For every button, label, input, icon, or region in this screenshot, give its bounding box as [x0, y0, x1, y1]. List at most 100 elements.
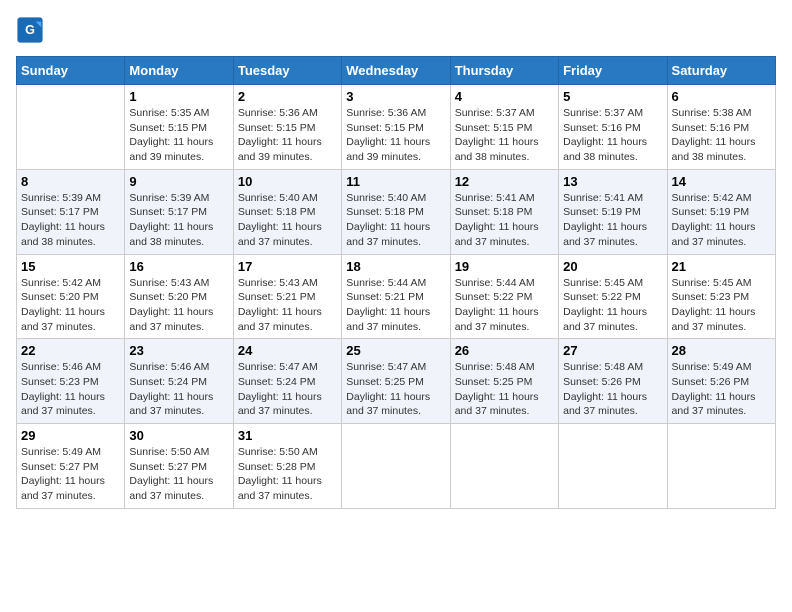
- calendar-cell: 13 Sunrise: 5:41 AMSunset: 5:19 PMDaylig…: [559, 169, 667, 254]
- day-number: 9: [129, 174, 228, 189]
- day-number: 13: [563, 174, 662, 189]
- day-info: Sunrise: 5:42 AMSunset: 5:20 PMDaylight:…: [21, 277, 105, 333]
- day-info: Sunrise: 5:39 AMSunset: 5:17 PMDaylight:…: [129, 192, 213, 248]
- day-info: Sunrise: 5:43 AMSunset: 5:21 PMDaylight:…: [238, 277, 322, 333]
- calendar-cell: 22 Sunrise: 5:46 AMSunset: 5:23 PMDaylig…: [17, 339, 125, 424]
- day-info: Sunrise: 5:45 AMSunset: 5:23 PMDaylight:…: [672, 277, 756, 333]
- calendar-cell: 12 Sunrise: 5:41 AMSunset: 5:18 PMDaylig…: [450, 169, 558, 254]
- calendar-week-2: 8 Sunrise: 5:39 AMSunset: 5:17 PMDayligh…: [17, 169, 776, 254]
- day-number: 17: [238, 259, 337, 274]
- calendar-cell: [17, 85, 125, 170]
- day-info: Sunrise: 5:41 AMSunset: 5:19 PMDaylight:…: [563, 192, 647, 248]
- day-info: Sunrise: 5:40 AMSunset: 5:18 PMDaylight:…: [238, 192, 322, 248]
- calendar-cell: [667, 424, 775, 509]
- day-info: Sunrise: 5:44 AMSunset: 5:21 PMDaylight:…: [346, 277, 430, 333]
- day-number: 31: [238, 428, 337, 443]
- day-info: Sunrise: 5:49 AMSunset: 5:26 PMDaylight:…: [672, 361, 756, 417]
- day-info: Sunrise: 5:36 AMSunset: 5:15 PMDaylight:…: [346, 107, 430, 163]
- svg-text:G: G: [25, 23, 35, 37]
- calendar-cell: 16 Sunrise: 5:43 AMSunset: 5:20 PMDaylig…: [125, 254, 233, 339]
- weekday-header-sunday: Sunday: [17, 57, 125, 85]
- day-number: 22: [21, 343, 120, 358]
- day-info: Sunrise: 5:39 AMSunset: 5:17 PMDaylight:…: [21, 192, 105, 248]
- calendar-cell: 17 Sunrise: 5:43 AMSunset: 5:21 PMDaylig…: [233, 254, 341, 339]
- day-number: 30: [129, 428, 228, 443]
- day-number: 14: [672, 174, 771, 189]
- day-number: 15: [21, 259, 120, 274]
- day-number: 11: [346, 174, 445, 189]
- calendar-cell: 15 Sunrise: 5:42 AMSunset: 5:20 PMDaylig…: [17, 254, 125, 339]
- calendar-cell: 23 Sunrise: 5:46 AMSunset: 5:24 PMDaylig…: [125, 339, 233, 424]
- calendar-week-5: 29 Sunrise: 5:49 AMSunset: 5:27 PMDaylig…: [17, 424, 776, 509]
- calendar-cell: 31 Sunrise: 5:50 AMSunset: 5:28 PMDaylig…: [233, 424, 341, 509]
- day-number: 28: [672, 343, 771, 358]
- weekday-header-wednesday: Wednesday: [342, 57, 450, 85]
- day-number: 20: [563, 259, 662, 274]
- day-info: Sunrise: 5:48 AMSunset: 5:26 PMDaylight:…: [563, 361, 647, 417]
- day-info: Sunrise: 5:50 AMSunset: 5:28 PMDaylight:…: [238, 446, 322, 502]
- day-info: Sunrise: 5:47 AMSunset: 5:24 PMDaylight:…: [238, 361, 322, 417]
- logo-icon: G: [16, 16, 44, 44]
- calendar-week-1: 1 Sunrise: 5:35 AMSunset: 5:15 PMDayligh…: [17, 85, 776, 170]
- weekday-header-saturday: Saturday: [667, 57, 775, 85]
- calendar-cell: 11 Sunrise: 5:40 AMSunset: 5:18 PMDaylig…: [342, 169, 450, 254]
- day-info: Sunrise: 5:46 AMSunset: 5:24 PMDaylight:…: [129, 361, 213, 417]
- weekday-header-thursday: Thursday: [450, 57, 558, 85]
- day-info: Sunrise: 5:49 AMSunset: 5:27 PMDaylight:…: [21, 446, 105, 502]
- calendar-cell: 9 Sunrise: 5:39 AMSunset: 5:17 PMDayligh…: [125, 169, 233, 254]
- calendar-cell: 21 Sunrise: 5:45 AMSunset: 5:23 PMDaylig…: [667, 254, 775, 339]
- day-number: 3: [346, 89, 445, 104]
- calendar-cell: [559, 424, 667, 509]
- calendar-cell: [450, 424, 558, 509]
- day-number: 25: [346, 343, 445, 358]
- calendar-cell: 20 Sunrise: 5:45 AMSunset: 5:22 PMDaylig…: [559, 254, 667, 339]
- day-info: Sunrise: 5:42 AMSunset: 5:19 PMDaylight:…: [672, 192, 756, 248]
- day-info: Sunrise: 5:50 AMSunset: 5:27 PMDaylight:…: [129, 446, 213, 502]
- calendar-cell: 5 Sunrise: 5:37 AMSunset: 5:16 PMDayligh…: [559, 85, 667, 170]
- calendar-cell: 8 Sunrise: 5:39 AMSunset: 5:17 PMDayligh…: [17, 169, 125, 254]
- day-info: Sunrise: 5:45 AMSunset: 5:22 PMDaylight:…: [563, 277, 647, 333]
- calendar-cell: 28 Sunrise: 5:49 AMSunset: 5:26 PMDaylig…: [667, 339, 775, 424]
- day-number: 24: [238, 343, 337, 358]
- calendar-body: 1 Sunrise: 5:35 AMSunset: 5:15 PMDayligh…: [17, 85, 776, 509]
- calendar-cell: 29 Sunrise: 5:49 AMSunset: 5:27 PMDaylig…: [17, 424, 125, 509]
- day-info: Sunrise: 5:44 AMSunset: 5:22 PMDaylight:…: [455, 277, 539, 333]
- day-info: Sunrise: 5:48 AMSunset: 5:25 PMDaylight:…: [455, 361, 539, 417]
- day-info: Sunrise: 5:40 AMSunset: 5:18 PMDaylight:…: [346, 192, 430, 248]
- calendar-cell: 6 Sunrise: 5:38 AMSunset: 5:16 PMDayligh…: [667, 85, 775, 170]
- day-info: Sunrise: 5:35 AMSunset: 5:15 PMDaylight:…: [129, 107, 213, 163]
- day-number: 29: [21, 428, 120, 443]
- day-number: 12: [455, 174, 554, 189]
- day-number: 5: [563, 89, 662, 104]
- day-number: 26: [455, 343, 554, 358]
- calendar-cell: 19 Sunrise: 5:44 AMSunset: 5:22 PMDaylig…: [450, 254, 558, 339]
- calendar-cell: 10 Sunrise: 5:40 AMSunset: 5:18 PMDaylig…: [233, 169, 341, 254]
- day-number: 6: [672, 89, 771, 104]
- day-info: Sunrise: 5:46 AMSunset: 5:23 PMDaylight:…: [21, 361, 105, 417]
- day-number: 1: [129, 89, 228, 104]
- day-info: Sunrise: 5:41 AMSunset: 5:18 PMDaylight:…: [455, 192, 539, 248]
- day-number: 10: [238, 174, 337, 189]
- calendar-cell: 25 Sunrise: 5:47 AMSunset: 5:25 PMDaylig…: [342, 339, 450, 424]
- day-number: 8: [21, 174, 120, 189]
- calendar-week-4: 22 Sunrise: 5:46 AMSunset: 5:23 PMDaylig…: [17, 339, 776, 424]
- calendar-cell: 1 Sunrise: 5:35 AMSunset: 5:15 PMDayligh…: [125, 85, 233, 170]
- calendar-cell: 24 Sunrise: 5:47 AMSunset: 5:24 PMDaylig…: [233, 339, 341, 424]
- day-info: Sunrise: 5:36 AMSunset: 5:15 PMDaylight:…: [238, 107, 322, 163]
- day-number: 23: [129, 343, 228, 358]
- day-info: Sunrise: 5:37 AMSunset: 5:15 PMDaylight:…: [455, 107, 539, 163]
- day-number: 16: [129, 259, 228, 274]
- calendar-header-row: SundayMondayTuesdayWednesdayThursdayFrid…: [17, 57, 776, 85]
- day-number: 2: [238, 89, 337, 104]
- weekday-header-monday: Monday: [125, 57, 233, 85]
- calendar-cell: 30 Sunrise: 5:50 AMSunset: 5:27 PMDaylig…: [125, 424, 233, 509]
- day-number: 18: [346, 259, 445, 274]
- day-info: Sunrise: 5:43 AMSunset: 5:20 PMDaylight:…: [129, 277, 213, 333]
- day-number: 21: [672, 259, 771, 274]
- calendar-cell: [342, 424, 450, 509]
- calendar-cell: 27 Sunrise: 5:48 AMSunset: 5:26 PMDaylig…: [559, 339, 667, 424]
- logo: G: [16, 16, 46, 44]
- page-header: G: [16, 16, 776, 44]
- day-info: Sunrise: 5:37 AMSunset: 5:16 PMDaylight:…: [563, 107, 647, 163]
- calendar-cell: 14 Sunrise: 5:42 AMSunset: 5:19 PMDaylig…: [667, 169, 775, 254]
